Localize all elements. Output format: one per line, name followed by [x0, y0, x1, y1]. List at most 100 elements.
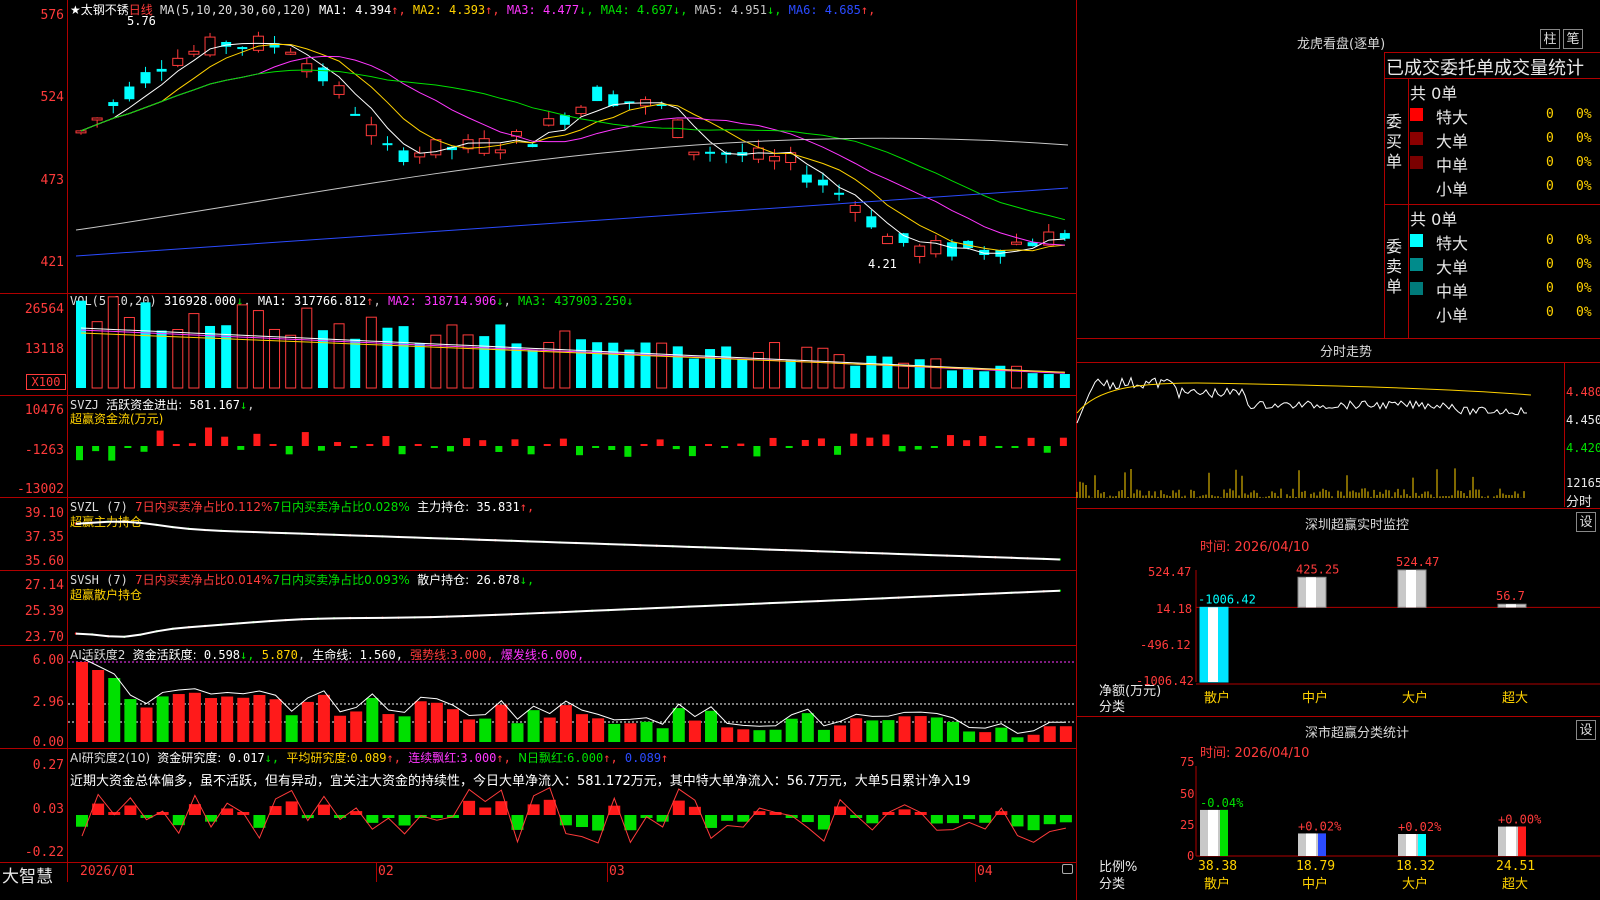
bar-highlight [1306, 577, 1316, 608]
order-row: 小单 0 0% [1410, 302, 1600, 325]
volume-chart[interactable] [68, 294, 1076, 395]
order-percent: 0% [1576, 233, 1592, 248]
lock-icon[interactable] [1062, 864, 1073, 874]
fund-flow-bar [640, 444, 648, 446]
fund-flow-bar [688, 446, 696, 457]
activity-bar [495, 704, 508, 742]
research-bar [801, 815, 814, 823]
activity-bar [898, 716, 911, 742]
color-legend-icon [1410, 180, 1423, 193]
volume-bar [333, 323, 345, 389]
activity-bar [334, 715, 347, 742]
candle-down [382, 143, 393, 146]
volume-bar [462, 334, 474, 389]
research-bar [898, 809, 911, 815]
candle-up [849, 204, 861, 213]
category-label: 中户 [1302, 690, 1328, 706]
fund-flow-bar [527, 446, 535, 455]
ai-active-ytick: 6.00 [32, 653, 64, 668]
fund-flow-bar [656, 439, 664, 446]
research-line [81, 786, 1066, 844]
fund-flow-bar [608, 446, 616, 450]
ma-line-3 [80, 55, 1065, 246]
stock-name[interactable]: 太钢不锈 [81, 3, 129, 17]
category-label: 超大 [1502, 877, 1528, 892]
volume-bar [801, 346, 813, 389]
kline-ytick: 421 [40, 255, 64, 270]
kline-indicator-line: ★太钢不锈日线 MA(5,10,20,30,60,120) MA1: 4.394… [70, 1, 875, 18]
activity-bar [317, 694, 330, 742]
activity-bar [124, 699, 137, 742]
intraday-chart[interactable] [1076, 363, 1564, 507]
fund-flow-bar [592, 446, 600, 448]
activity-bar [817, 729, 830, 742]
x-tick-mark [376, 862, 377, 882]
settings-button[interactable]: 设 [1576, 512, 1596, 532]
volume-bar [833, 354, 845, 389]
volume-bar [946, 370, 957, 388]
activity-bar [156, 696, 169, 742]
activity-bar [253, 694, 266, 742]
sz-monitor-ytick: 524.47 [1148, 565, 1192, 579]
fund-flow-bar [430, 446, 438, 448]
sz-monitor-bar-chart[interactable]: -1006.42 散户 425.25 中户 524.47 大户 56.7 超大 [1195, 540, 1600, 712]
order-count: 0 [1546, 257, 1554, 272]
order-count: 0 [1546, 281, 1554, 296]
volume-bar [1043, 374, 1054, 388]
ai-activity-chart[interactable] [68, 646, 1076, 748]
fund-flow-bar [576, 446, 583, 456]
fund-flow-chart[interactable] [68, 396, 1076, 497]
ai-research-chart[interactable] [68, 749, 1076, 862]
bar-accent [1418, 834, 1426, 856]
volume-bar [882, 356, 893, 388]
volume-bar [365, 316, 377, 389]
bar-mode-button[interactable]: 柱 [1540, 29, 1560, 49]
sz-monitor-ytick: 14.18 [1156, 602, 1193, 616]
ma-value-5: MA5: 4.951 [687, 3, 767, 17]
volume-bar [398, 326, 409, 388]
fund-flow-bar [140, 446, 148, 452]
tick-mode-button[interactable]: 笔 [1563, 29, 1583, 49]
settings-button[interactable]: 设 [1576, 720, 1596, 740]
candle-up [75, 130, 87, 134]
order-percent: 0% [1576, 281, 1592, 296]
activity-bar [511, 723, 524, 742]
fund-flow-bar [108, 446, 116, 461]
research-bar [285, 801, 298, 815]
order-count: 0 [1546, 107, 1554, 122]
sz-class-bar-chart[interactable]: -0.04% 38.38 散户 +0.02% 18.79 中户 +0.02% 18.32 大户 +… [1195, 760, 1600, 900]
research-bar [866, 815, 879, 824]
kline-ytick: 524 [40, 90, 64, 105]
research-bar [527, 804, 540, 815]
volume-bar [123, 316, 135, 389]
activity-bar [705, 710, 718, 742]
order-size-label: 特大 [1436, 234, 1469, 253]
research-bar [301, 815, 314, 819]
main-holding-chart[interactable] [68, 498, 1076, 570]
order-percent: 0% [1576, 257, 1592, 272]
ma-params: MA(5,10,20,30,60,120) [160, 3, 312, 17]
kline-chart[interactable] [68, 18, 1076, 293]
research-bar [1011, 815, 1024, 827]
candle-up [914, 245, 926, 257]
kline-ytick: 473 [40, 173, 64, 188]
activity-bar [753, 730, 766, 742]
retail-holding-chart[interactable] [68, 571, 1076, 645]
research-bar [930, 815, 943, 824]
activity-bar [285, 715, 298, 742]
color-legend-icon [1410, 306, 1423, 319]
order-size-label: 大单 [1436, 258, 1469, 277]
activity-bar [608, 723, 621, 742]
color-legend-icon [1410, 156, 1423, 169]
ai-active-ytick: 2.96 [32, 695, 64, 710]
category-label: 大户 [1402, 876, 1428, 892]
order-percent: 0% [1576, 131, 1592, 146]
sz-class-ytick: 50 [1180, 787, 1195, 801]
volume-bar [382, 327, 393, 388]
candle-up [1010, 241, 1022, 245]
activity-bar [76, 662, 88, 742]
research-bar [1059, 815, 1072, 823]
volume-bar [430, 334, 442, 389]
svzl-ytick: 35.60 [24, 554, 64, 569]
divider [1384, 204, 1600, 205]
